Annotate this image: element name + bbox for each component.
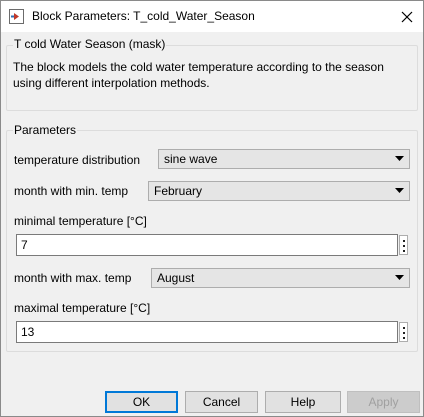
close-icon[interactable]	[396, 6, 418, 28]
help-button-label: Help	[290, 395, 316, 409]
cancel-button[interactable]: Cancel	[185, 391, 258, 413]
apply-button-label: Apply	[368, 395, 399, 409]
dialog-window: Block Parameters: T_cold_Water_Season T …	[0, 0, 424, 417]
max-temp-more-options-icon[interactable]	[399, 322, 408, 342]
ok-button-label: OK	[132, 395, 151, 409]
min-month-label: month with min. temp	[14, 184, 129, 198]
mask-title: T cold Water Season (mask)	[13, 37, 167, 51]
min-month-select[interactable]: February	[148, 181, 410, 201]
chevron-down-icon	[395, 156, 404, 161]
temperature-distribution-select[interactable]: sine wave	[158, 149, 410, 169]
parameters-title: Parameters	[13, 123, 78, 137]
window-title: Block Parameters: T_cold_Water_Season	[32, 9, 255, 23]
min-month-value: February	[154, 184, 203, 198]
max-temp-field[interactable]	[16, 321, 398, 343]
temperature-distribution-label: temperature distribution	[14, 153, 141, 167]
min-temp-input[interactable]	[17, 235, 397, 255]
min-temp-label: minimal temperature [°C]	[14, 214, 147, 228]
max-month-value: August	[157, 271, 195, 285]
max-temp-label: maximal temperature [°C]	[14, 301, 151, 315]
min-temp-field[interactable]	[16, 234, 398, 256]
chevron-down-icon	[395, 188, 404, 193]
max-month-label: month with max. temp	[14, 271, 132, 285]
title-bar: Block Parameters: T_cold_Water_Season	[1, 1, 423, 32]
chevron-down-icon	[395, 275, 404, 280]
max-month-select[interactable]: August	[151, 268, 410, 288]
temperature-distribution-value: sine wave	[164, 152, 218, 166]
simulink-block-icon	[9, 9, 24, 24]
min-temp-more-options-icon[interactable]	[399, 235, 408, 255]
help-button[interactable]: Help	[265, 391, 341, 413]
max-temp-input[interactable]	[17, 322, 397, 342]
ok-button[interactable]: OK	[105, 391, 178, 413]
apply-button[interactable]: Apply	[347, 391, 420, 413]
cancel-button-label: Cancel	[202, 395, 241, 409]
mask-description: The block models the cold water temperat…	[13, 60, 384, 90]
